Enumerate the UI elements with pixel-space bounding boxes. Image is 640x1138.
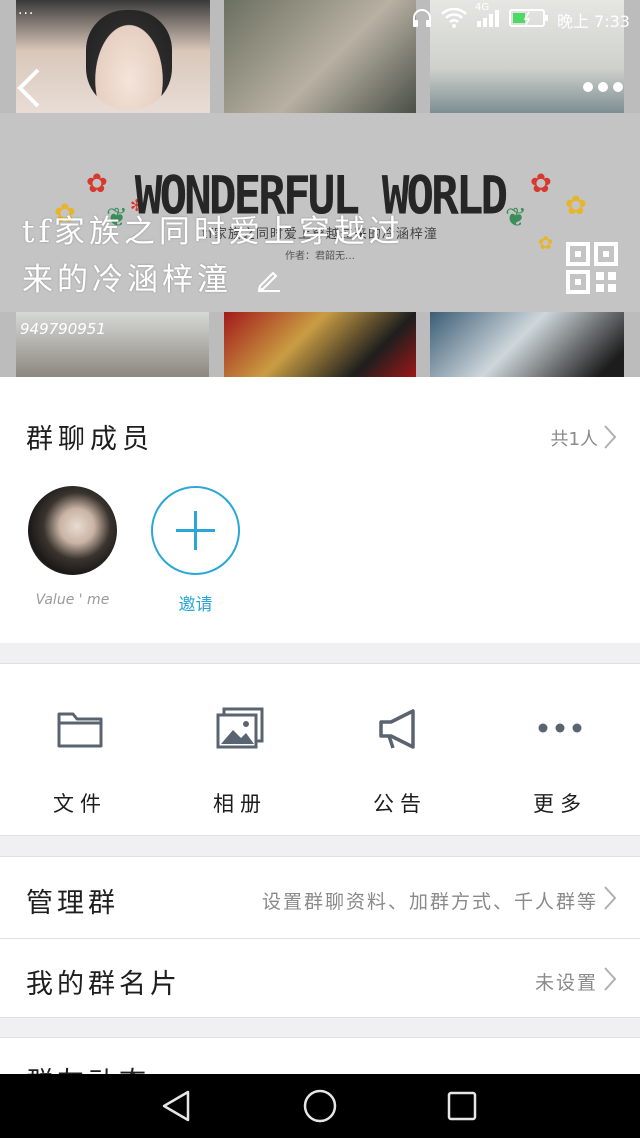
more-label: 更多 bbox=[533, 792, 587, 816]
qr-code-icon[interactable] bbox=[566, 242, 618, 294]
announcement-label: 公告 bbox=[373, 792, 427, 816]
cellular-signal-icon: 4G bbox=[475, 2, 501, 32]
photo-album-icon bbox=[215, 706, 265, 752]
group-card-row[interactable]: 我的群名片 未设置 bbox=[0, 938, 640, 1019]
wifi-icon bbox=[441, 7, 467, 32]
manage-group-value: 设置群聊资料、加群方式、千人群等 bbox=[261, 891, 598, 913]
group-name-line-2: 来的冷涵梓潼 bbox=[22, 262, 232, 298]
settings-section: 管理群 设置群聊资料、加群方式、千人群等 我的群名片 未设置 bbox=[0, 856, 640, 1018]
cover-photo-6 bbox=[430, 312, 624, 377]
members-title: 群聊成员 bbox=[26, 424, 154, 455]
chevron-right-icon bbox=[603, 966, 617, 992]
group-cover[interactable]: ✿ ✿ ❦ ✻ ✿ ✿ ❦ ✿ WONDERFUL WORLD tf家族之同时爱… bbox=[0, 0, 640, 377]
chevron-right-icon bbox=[603, 885, 617, 911]
album-button[interactable]: 相册 bbox=[160, 664, 320, 837]
plus-icon bbox=[176, 511, 215, 550]
back-triangle-icon[interactable] bbox=[158, 1088, 194, 1124]
network-type: 4G bbox=[474, 2, 490, 13]
invite-button[interactable] bbox=[151, 486, 240, 575]
members-section: 群聊成员 共1人 Value ' me 邀请 bbox=[0, 377, 640, 643]
battery-icon bbox=[508, 8, 549, 32]
actions-section: 文件 相册 公告 更多 bbox=[0, 663, 640, 836]
chevron-right-icon bbox=[603, 424, 617, 450]
invite-label: 邀请 bbox=[178, 595, 213, 615]
announcement-button[interactable]: 公告 bbox=[320, 664, 480, 837]
home-circle-icon[interactable] bbox=[302, 1088, 338, 1124]
group-feed-row[interactable]: 群友动态 bbox=[0, 1037, 640, 1098]
files-button[interactable]: 文件 bbox=[0, 664, 160, 837]
cover-photo-5 bbox=[224, 312, 416, 377]
folder-icon bbox=[55, 706, 105, 752]
system-nav-bar bbox=[0, 1074, 640, 1138]
member-name: Value ' me bbox=[35, 592, 110, 608]
notification-dots: ··· bbox=[18, 6, 35, 22]
album-label: 相册 bbox=[213, 792, 267, 816]
clock: 晚上 7:33 bbox=[556, 12, 630, 31]
group-name: tf家族之同时爱上穿越过 来的冷涵梓潼 bbox=[22, 208, 542, 306]
group-id: 949790951 bbox=[20, 320, 106, 338]
recents-square-icon[interactable] bbox=[444, 1088, 480, 1124]
megaphone-icon bbox=[375, 706, 425, 752]
manage-group-row[interactable]: 管理群 设置群聊资料、加群方式、千人群等 bbox=[0, 857, 640, 939]
edit-pencil-icon[interactable] bbox=[256, 258, 282, 306]
manage-group-title: 管理群 bbox=[26, 888, 119, 919]
member-avatar[interactable] bbox=[28, 486, 117, 575]
members-count: 共1人 bbox=[550, 429, 598, 450]
files-label: 文件 bbox=[53, 792, 107, 816]
more-options-icon[interactable] bbox=[580, 78, 626, 96]
back-icon[interactable] bbox=[12, 64, 46, 112]
group-name-line-1: tf家族之同时爱上穿越过 bbox=[22, 214, 404, 250]
group-card-value: 未设置 bbox=[534, 972, 598, 994]
status-bar: ··· 4G 晚上 7:33 bbox=[0, 0, 640, 44]
more-dots-icon bbox=[535, 706, 585, 752]
group-card-title: 我的群名片 bbox=[26, 969, 181, 1000]
more-button[interactable]: 更多 bbox=[480, 664, 640, 837]
headphones-icon bbox=[411, 8, 433, 32]
